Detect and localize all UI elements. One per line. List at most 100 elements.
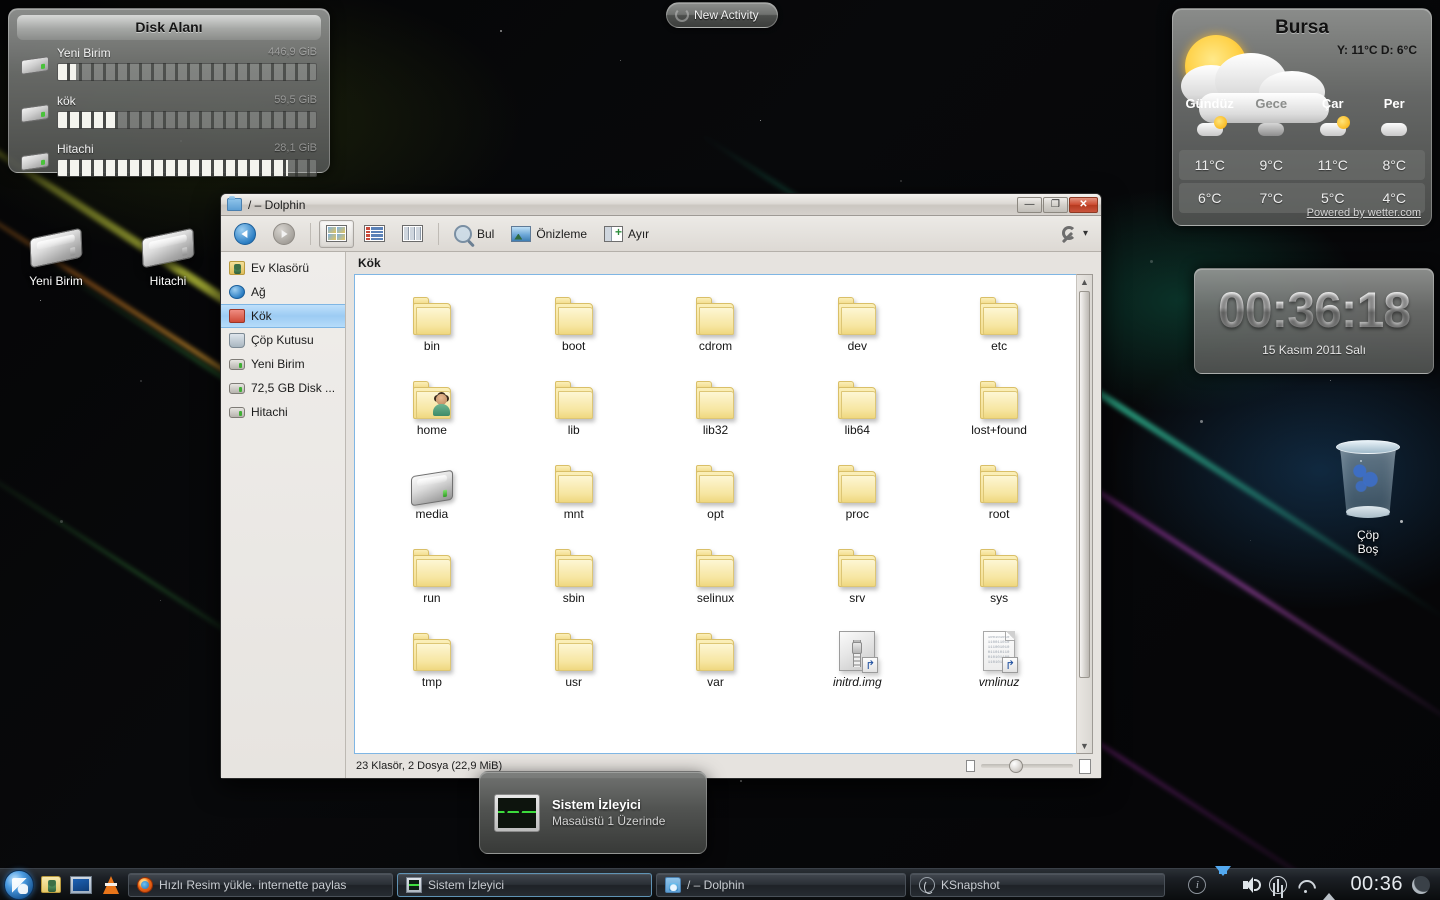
- scroll-down-icon[interactable]: ▼: [1080, 739, 1089, 753]
- weather-widget[interactable]: Bursa Y: 11°C D: 6°C Gündüz Gece Çar Per…: [1172, 8, 1432, 226]
- view-mode-columns-button[interactable]: [395, 220, 430, 248]
- desktop-icon-yeni-birim[interactable]: Yeni Birim: [8, 222, 104, 288]
- dolphin-window[interactable]: / – Dolphin — ❐ ✕ Bul Önizleme + Ayır ▾ …: [220, 193, 1102, 779]
- moon-phase-icon: [1412, 875, 1430, 894]
- file-item[interactable]: lost+found: [928, 369, 1070, 437]
- usb-icon[interactable]: [1269, 875, 1288, 894]
- sidebar-item-home[interactable]: Ev Klasörü: [221, 256, 345, 280]
- system-tray: i 00:36: [1182, 865, 1436, 900]
- forward-button[interactable]: [266, 220, 302, 248]
- file-item[interactable]: cdrom: [645, 285, 787, 353]
- sidebar-item-hitachi[interactable]: Hitachi: [221, 400, 345, 424]
- disk-row[interactable]: kök 59,5 GiB: [17, 94, 321, 136]
- file-item[interactable]: media: [361, 453, 503, 521]
- scroll-up-icon[interactable]: ▲: [1080, 275, 1089, 289]
- desktop-icon-trash[interactable]: Çöp Boş: [1318, 430, 1418, 556]
- binary-link-icon: 1001010101100110101110010100110101100101…: [928, 621, 1070, 673]
- split-button[interactable]: Ayır: [597, 220, 656, 248]
- file-item[interactable]: srv: [786, 537, 928, 605]
- forecast-day-label: Çar: [1321, 95, 1344, 111]
- file-item[interactable]: run: [361, 537, 503, 605]
- sidebar-item-network[interactable]: Ağ: [221, 280, 345, 304]
- file-item[interactable]: ↱ initrd.img: [786, 621, 928, 689]
- file-label: sbin: [562, 591, 585, 605]
- vertical-scrollbar[interactable]: ▲ ▼: [1076, 274, 1093, 754]
- hard-drive-icon: [21, 152, 51, 172]
- disk-space-widget[interactable]: Disk Alanı Yeni Birim 446,9 GiB kök 59,5…: [8, 8, 330, 177]
- desktop-icon-label: Hitachi: [149, 274, 187, 288]
- volume-icon[interactable]: [1242, 876, 1262, 894]
- zoom-slider-knob[interactable]: [1009, 759, 1023, 773]
- disk-name: kök: [57, 94, 76, 108]
- view-mode-icons-button[interactable]: [319, 219, 354, 248]
- minimize-button[interactable]: —: [1017, 196, 1042, 213]
- hard-drive-icon: [120, 222, 216, 274]
- file-item[interactable]: lib32: [645, 369, 787, 437]
- zoom-slider[interactable]: [981, 759, 1073, 773]
- sidebar-item-trash[interactable]: Çöp Kutusu: [221, 328, 345, 352]
- file-item[interactable]: dev: [786, 285, 928, 353]
- file-item[interactable]: lib64: [786, 369, 928, 437]
- desktop-icon-hitachi[interactable]: Hitachi: [120, 222, 216, 288]
- quicklaunch-vlc[interactable]: [98, 872, 124, 898]
- new-activity-button[interactable]: New Activity: [666, 2, 778, 28]
- file-item[interactable]: selinux: [645, 537, 787, 605]
- taskbar-item-system-monitor[interactable]: Sistem İzleyici: [397, 872, 652, 897]
- breadcrumb[interactable]: Kök: [346, 252, 1101, 274]
- file-item[interactable]: bin: [361, 285, 503, 353]
- maximize-button[interactable]: ❐: [1043, 196, 1068, 213]
- ksnapshot-icon: [919, 876, 935, 894]
- download-icon[interactable]: [1215, 865, 1233, 894]
- sidebar-item-disk-72gb[interactable]: 72,5 GB Disk ...: [221, 376, 345, 400]
- file-item[interactable]: proc: [786, 453, 928, 521]
- taskbar-item-ksnapshot[interactable]: KSnapshot: [910, 872, 1165, 897]
- configure-button[interactable]: ▾: [1052, 220, 1095, 248]
- file-view[interactable]: bin boot cdrom dev etc home lib lib32 li…: [354, 274, 1076, 754]
- file-item[interactable]: etc: [928, 285, 1070, 353]
- file-item[interactable]: sbin: [503, 537, 645, 605]
- window-titlebar[interactable]: / – Dolphin — ❐ ✕: [221, 194, 1101, 216]
- file-item[interactable]: mnt: [503, 453, 645, 521]
- disk-row[interactable]: Yeni Birim 446,9 GiB: [17, 46, 321, 88]
- file-item[interactable]: tmp: [361, 621, 503, 689]
- archive-link-icon: ↱: [786, 621, 928, 673]
- taskbar-clock[interactable]: 00:36: [1350, 873, 1403, 896]
- scrollbar-track[interactable]: [1077, 289, 1092, 739]
- view-mode-details-button[interactable]: [357, 220, 392, 248]
- weather-powered-by-link[interactable]: Powered by wetter.com: [1307, 207, 1421, 219]
- show-hidden-icon[interactable]: [1323, 875, 1341, 900]
- taskbar-item-firefox[interactable]: Hızlı Resim yükle. internette paylas: [128, 872, 393, 897]
- desktop-icon-label: Yeni Birim: [29, 274, 83, 288]
- vlc-cone-icon: [103, 875, 119, 894]
- close-button[interactable]: ✕: [1069, 196, 1098, 213]
- icons-view-icon: [326, 225, 347, 242]
- file-item[interactable]: boot: [503, 285, 645, 353]
- file-item[interactable]: root: [928, 453, 1070, 521]
- wifi-icon[interactable]: [1296, 876, 1314, 894]
- file-item[interactable]: home: [361, 369, 503, 437]
- file-item[interactable]: opt: [645, 453, 787, 521]
- file-item[interactable]: usr: [503, 621, 645, 689]
- scrollbar-thumb[interactable]: [1079, 291, 1090, 678]
- folder-icon: [41, 876, 61, 893]
- quicklaunch-file-manager[interactable]: [38, 872, 64, 898]
- digital-clock-widget[interactable]: 00:36:18 15 Kasım 2011 Salı: [1194, 268, 1434, 374]
- find-button[interactable]: Bul: [447, 220, 501, 248]
- drive-icon: [361, 453, 503, 507]
- sidebar-item-root[interactable]: Kök: [221, 304, 345, 328]
- taskbar-item-dolphin[interactable]: / – Dolphin: [656, 872, 906, 897]
- file-item[interactable]: sys: [928, 537, 1070, 605]
- file-item[interactable]: 1001010101100110101110010100110101100101…: [928, 621, 1070, 689]
- file-item[interactable]: lib: [503, 369, 645, 437]
- zoom-slider-control[interactable]: [966, 758, 1091, 774]
- start-menu-button[interactable]: [4, 869, 34, 900]
- sidebar-item-label: Çöp Kutusu: [251, 333, 314, 347]
- tooltip-subtitle: Masaüstü 1 Üzerinde: [552, 814, 666, 828]
- preview-button[interactable]: Önizleme: [504, 220, 594, 248]
- disk-row[interactable]: Hitachi 28,1 GiB: [17, 142, 321, 184]
- back-button[interactable]: [227, 220, 263, 248]
- sidebar-item-yeni-birim[interactable]: Yeni Birim: [221, 352, 345, 376]
- info-icon[interactable]: i: [1188, 875, 1207, 894]
- quicklaunch-show-desktop[interactable]: [68, 872, 94, 898]
- file-item[interactable]: var: [645, 621, 787, 689]
